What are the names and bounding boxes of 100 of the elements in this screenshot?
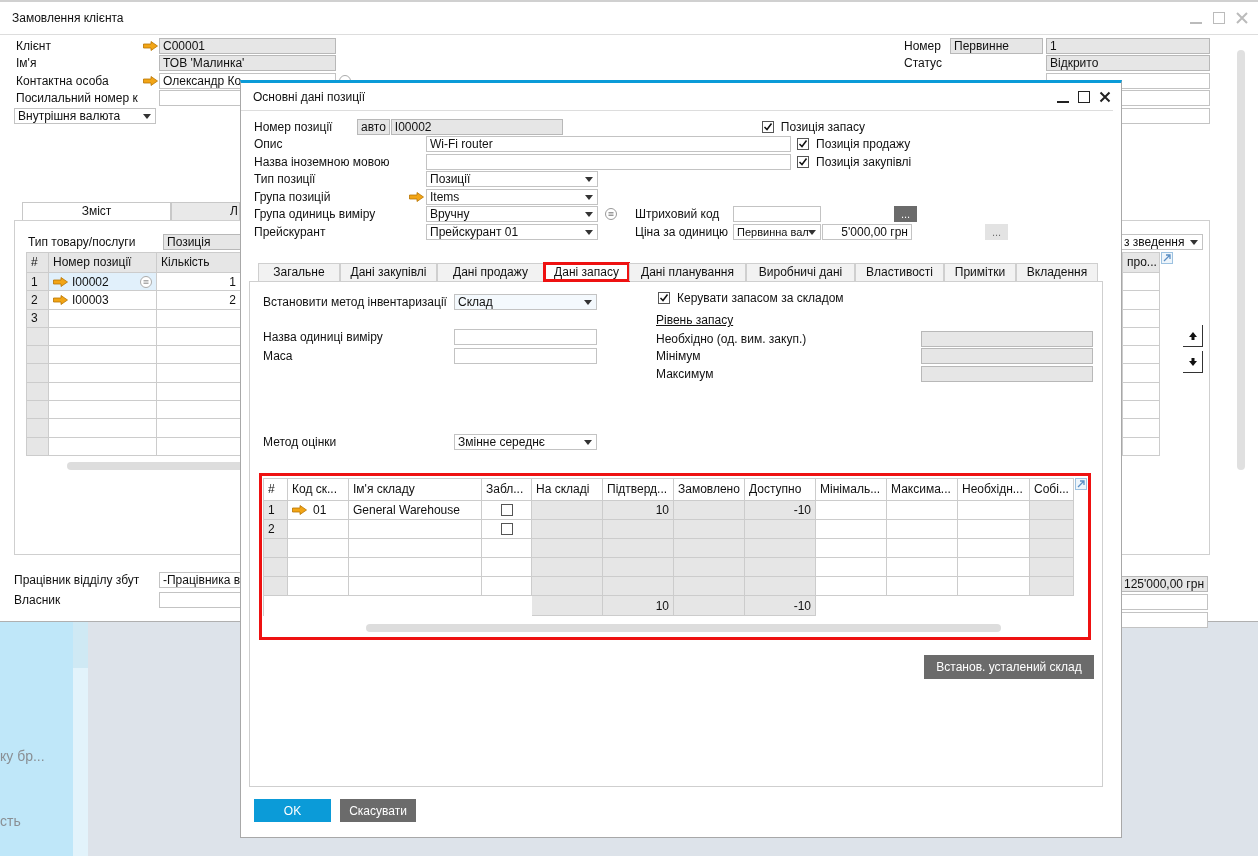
price-list-dropdown[interactable]: Прейскурант 01 <box>426 223 598 240</box>
scrollbar[interactable] <box>366 624 1001 632</box>
table-cell[interactable] <box>745 520 816 539</box>
summary-dropdown[interactable]: з зведення <box>1120 234 1203 250</box>
checkbox[interactable] <box>797 138 809 151</box>
tab[interactable]: Дані закупівлі <box>340 263 437 281</box>
table-cell <box>1123 273 1160 292</box>
tab[interactable]: Дані запасу <box>544 263 629 281</box>
arrow-icon[interactable] <box>143 75 158 86</box>
checkbox[interactable] <box>500 504 513 516</box>
table-cell[interactable] <box>49 309 157 328</box>
close-icon[interactable] <box>1099 90 1111 103</box>
checkbox[interactable] <box>761 120 774 133</box>
arrow-icon[interactable] <box>292 505 307 515</box>
text-field[interactable] <box>1120 594 1208 610</box>
tab[interactable]: Дані планування <box>629 263 746 281</box>
series-field[interactable]: Первинне <box>950 37 1043 54</box>
tab[interactable]: Виробничі дані <box>746 263 855 281</box>
table-cell[interactable]: -10 <box>745 501 816 520</box>
tab[interactable]: Загальне <box>258 263 340 281</box>
cancel-button[interactable]: Скасувати <box>340 799 416 822</box>
tab[interactable]: Примітки <box>944 263 1016 281</box>
series-field[interactable]: авто <box>357 118 390 135</box>
table-cell[interactable]: General Warehouse <box>349 501 482 520</box>
type-dropdown[interactable]: Позиція <box>163 234 243 250</box>
caret-icon <box>585 212 593 218</box>
expand-icon[interactable] <box>1161 252 1173 264</box>
checkbox[interactable] <box>500 523 513 535</box>
arrow-icon[interactable] <box>53 276 68 287</box>
table-cell[interactable] <box>887 520 958 539</box>
table-cell[interactable] <box>349 520 482 539</box>
text-field[interactable]: ТОВ 'Малинка' <box>159 55 336 72</box>
table-cell[interactable] <box>816 501 887 520</box>
table-cell[interactable] <box>603 520 674 539</box>
arrow-icon[interactable] <box>143 40 158 51</box>
employee-dropdown[interactable]: -Працівника в <box>159 572 241 588</box>
text-field[interactable] <box>426 153 791 170</box>
field-label: Тип товару/послуги <box>28 235 137 249</box>
table-cell[interactable] <box>482 520 532 539</box>
table-cell[interactable]: I00002 <box>49 273 157 292</box>
expand-icon[interactable] <box>1075 478 1087 490</box>
table-cell[interactable] <box>887 501 958 520</box>
caret-icon <box>585 177 593 183</box>
list-icon[interactable] <box>605 208 617 221</box>
table-cell[interactable] <box>532 501 603 520</box>
table-cell <box>1123 401 1160 420</box>
maximize-icon[interactable] <box>1078 90 1090 103</box>
table-cell <box>674 539 745 558</box>
arrow-icon[interactable] <box>53 294 68 305</box>
table-cell[interactable] <box>674 520 745 539</box>
table-cell <box>1030 577 1074 596</box>
type-dropdown[interactable]: Позиції <box>426 171 598 188</box>
tab[interactable]: Дані продажу <box>437 263 544 281</box>
scrollbar[interactable] <box>73 622 88 856</box>
text-field[interactable]: Відкрито <box>1046 55 1210 72</box>
tab[interactable]: Властивості <box>855 263 944 281</box>
text-field[interactable] <box>159 90 241 107</box>
text-field[interactable] <box>454 348 597 364</box>
text-field[interactable] <box>159 592 241 608</box>
tab[interactable]: Зміст <box>22 202 171 220</box>
list-icon[interactable] <box>140 275 152 288</box>
browse-button[interactable]: ... <box>985 223 1008 240</box>
currency-dropdown[interactable]: Внутрішня валюта <box>14 107 156 124</box>
checkbox[interactable] <box>658 292 670 304</box>
text-field[interactable]: C00001 <box>159 37 336 54</box>
scrollbar[interactable] <box>1237 50 1245 470</box>
set-default-warehouse-button[interactable]: Встанов. усталений склад <box>924 655 1094 679</box>
text-field[interactable] <box>454 329 597 345</box>
valuation-dropdown[interactable]: Змінне середнє <box>454 434 597 450</box>
table-cell[interactable] <box>1030 501 1074 520</box>
arrow-icon[interactable] <box>409 191 424 202</box>
table-cell[interactable] <box>674 501 745 520</box>
price-field[interactable]: 5'000,00 грн <box>822 223 912 240</box>
table-cell[interactable] <box>482 501 532 520</box>
group-dropdown[interactable]: Items <box>426 188 598 205</box>
tab[interactable]: Вкладення <box>1016 263 1098 281</box>
checkbox-label: Керувати запасом за складом <box>677 291 844 305</box>
barcode-field[interactable] <box>733 206 821 223</box>
text-field[interactable] <box>1120 612 1208 628</box>
uom-dropdown[interactable]: Вручну <box>426 206 598 223</box>
table-cell[interactable] <box>532 520 603 539</box>
tab[interactable]: Л <box>171 202 240 220</box>
table-cell[interactable]: 01 <box>288 501 349 520</box>
table-cell[interactable] <box>288 520 349 539</box>
table-cell[interactable] <box>1030 520 1074 539</box>
table-cell[interactable] <box>816 520 887 539</box>
text-field[interactable]: 1 <box>1046 37 1210 54</box>
currency-dropdown[interactable]: Первинна вал <box>733 223 821 240</box>
text-field[interactable]: I00002 <box>390 118 563 135</box>
table-cell[interactable] <box>958 501 1030 520</box>
scroll-thumb[interactable] <box>73 622 88 668</box>
table-cell <box>958 539 1030 558</box>
table-cell[interactable]: I00003 <box>49 291 157 310</box>
text-field[interactable]: Wi-Fi router <box>426 136 791 153</box>
checkbox[interactable] <box>797 155 809 168</box>
method-dropdown[interactable]: Склад <box>454 294 597 310</box>
warehouse-code: 01 <box>313 503 327 517</box>
table-cell[interactable] <box>958 520 1030 539</box>
table-cell[interactable]: 10 <box>603 501 674 520</box>
browse-button[interactable]: ... <box>894 206 917 223</box>
